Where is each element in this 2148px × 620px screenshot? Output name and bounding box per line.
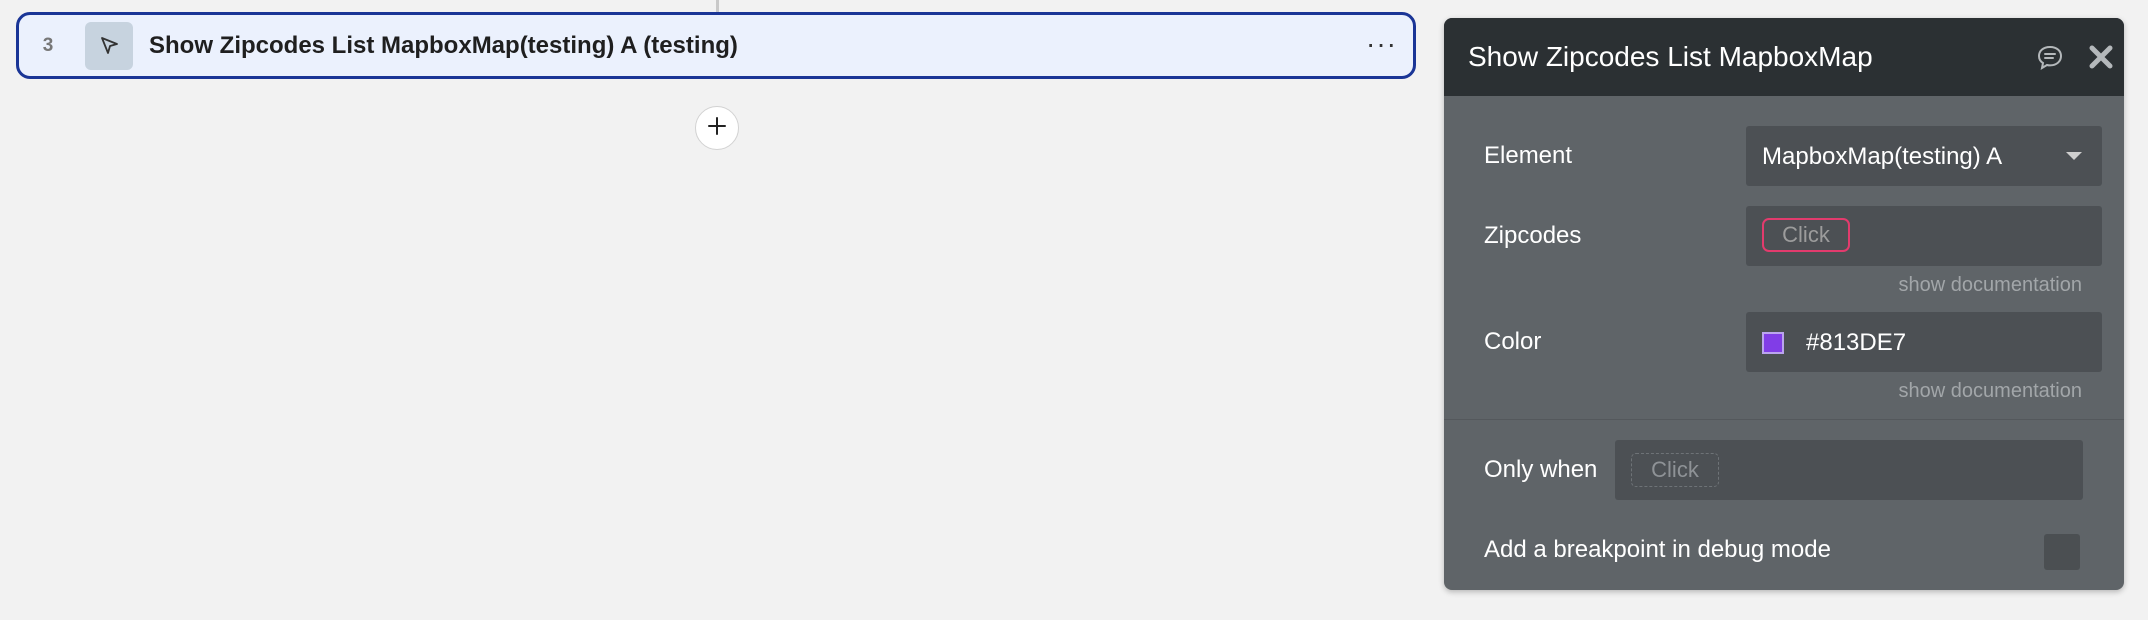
plus-icon bbox=[706, 115, 728, 142]
step-title: Show Zipcodes List MapboxMap(testing) A … bbox=[149, 31, 738, 59]
breakpoint-label: Add a breakpoint in debug mode bbox=[1484, 536, 1831, 563]
only-when-field[interactable]: Click bbox=[1615, 440, 2083, 500]
action-properties-panel: Show Zipcodes List MapboxMap Element Map… bbox=[1444, 18, 2124, 590]
panel-title: Show Zipcodes List MapboxMap bbox=[1468, 41, 1873, 72]
zipcodes-field[interactable]: Click bbox=[1746, 206, 2102, 266]
only-when-click-placeholder[interactable]: Click bbox=[1631, 453, 1719, 487]
close-icon[interactable] bbox=[2088, 44, 2114, 75]
color-value: #813DE7 bbox=[1806, 329, 1907, 356]
color-label: Color bbox=[1484, 328, 1542, 355]
zipcodes-click-placeholder[interactable]: Click bbox=[1762, 218, 1850, 252]
comment-icon[interactable] bbox=[2036, 44, 2064, 75]
color-swatch[interactable] bbox=[1762, 332, 1784, 354]
only-when-label: Only when bbox=[1484, 456, 1598, 483]
zipcodes-label: Zipcodes bbox=[1484, 222, 1582, 249]
chevron-down-icon bbox=[2066, 152, 2082, 160]
color-show-documentation-link[interactable]: show documentation bbox=[1899, 380, 2082, 403]
section-divider bbox=[1444, 419, 2124, 420]
element-value: MapboxMap(testing) A bbox=[1762, 143, 2003, 170]
color-field[interactable]: #813DE7 bbox=[1746, 312, 2102, 372]
step-number: 3 bbox=[42, 34, 54, 56]
panel-header: Show Zipcodes List MapboxMap bbox=[1444, 18, 2124, 96]
ellipsis-icon[interactable]: ··· bbox=[1366, 29, 1397, 59]
workflow-step-card[interactable]: 3 Show Zipcodes List MapboxMap(testing) … bbox=[16, 12, 1416, 79]
add-step-button[interactable] bbox=[695, 106, 739, 150]
breakpoint-checkbox[interactable] bbox=[2044, 534, 2080, 570]
element-dropdown[interactable]: MapboxMap(testing) A bbox=[1746, 126, 2102, 186]
cursor-arrow-icon bbox=[85, 21, 133, 70]
zipcodes-show-documentation-link[interactable]: show documentation bbox=[1899, 274, 2082, 297]
element-label: Element bbox=[1484, 142, 1573, 169]
